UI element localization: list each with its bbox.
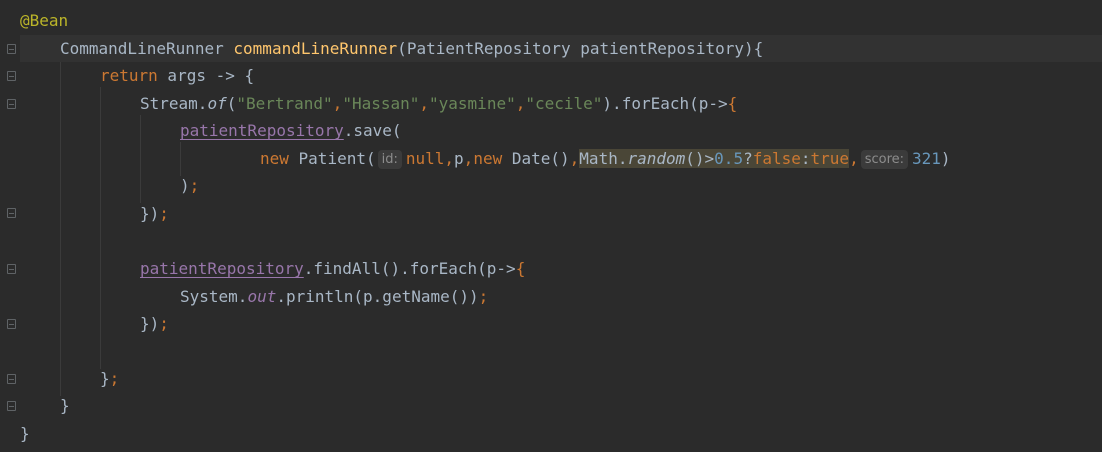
- semicolon-token: ;: [478, 287, 489, 306]
- class-token: Math.: [579, 149, 628, 168]
- punct-token: }: [20, 424, 30, 443]
- comma-token: ,: [444, 149, 455, 168]
- class-token: System.: [180, 287, 248, 306]
- comma-token: ,: [332, 94, 343, 113]
- constructor-token: Patient(: [288, 149, 376, 168]
- code-line[interactable]: return args -> {: [20, 62, 1102, 89]
- code-token: ()>: [685, 149, 715, 168]
- constructor-token: Date(): [502, 149, 570, 168]
- punct-token: (: [226, 94, 237, 113]
- string-token: "Hassan": [342, 94, 420, 113]
- code-token: args -> {: [157, 66, 255, 85]
- operator-token: :: [800, 149, 811, 168]
- punct-token: }: [100, 369, 110, 388]
- code-token: ).forEach(p->: [602, 94, 728, 113]
- keyword-token: new: [260, 149, 289, 168]
- code-line[interactable]: patientRepository.findAll().forEach(p->{: [20, 255, 1102, 282]
- string-token: "yasmine": [429, 94, 516, 113]
- operator-token: ?: [743, 149, 753, 168]
- punct-token: }: [60, 396, 70, 415]
- code-line[interactable]: }: [20, 392, 1102, 419]
- fold-toggle-icon[interactable]: [7, 71, 16, 81]
- comma-token: ,: [849, 149, 859, 168]
- param-name-token: patientRepository: [580, 39, 744, 58]
- fold-toggle-icon[interactable]: [7, 401, 16, 411]
- comma-token: ,: [463, 149, 474, 168]
- brace-token: {: [727, 94, 738, 113]
- string-token: "cecile": [525, 94, 603, 113]
- code-token: .save(: [343, 121, 402, 140]
- fold-toggle-icon[interactable]: [7, 44, 16, 54]
- number-token: 321: [912, 149, 941, 168]
- type-token: CommandLineRunner: [60, 39, 224, 58]
- code-line[interactable]: };: [20, 365, 1102, 392]
- string-token: "Bertrand": [236, 94, 333, 113]
- keyword-token: true: [810, 149, 850, 168]
- code-line[interactable]: });: [20, 200, 1102, 227]
- field-token[interactable]: patientRepository: [180, 121, 344, 140]
- semicolon-token: ;: [159, 204, 169, 223]
- semicolon-token: ;: [159, 314, 169, 333]
- code-line[interactable]: patientRepository.save(: [20, 117, 1102, 144]
- punct-token: }): [140, 204, 160, 223]
- variable-token: p: [454, 149, 464, 168]
- code-editor[interactable]: @Bean CommandLineRunner commandLineRunne…: [0, 0, 1102, 452]
- comma-token: ,: [419, 94, 430, 113]
- comma-token: ,: [569, 149, 580, 168]
- editor-gutter: [0, 0, 18, 452]
- fold-toggle-icon[interactable]: [7, 319, 16, 329]
- static-method-token: random: [627, 149, 686, 168]
- annotation-token: @Bean: [20, 11, 69, 30]
- class-token: Stream.: [140, 94, 208, 113]
- keyword-token: null: [405, 149, 445, 168]
- punct-token: ){: [743, 39, 764, 58]
- punct-token: (: [397, 39, 407, 58]
- code-line[interactable]: new Patient(id: null,p,new Date(),Math.ra…: [20, 145, 1102, 172]
- parameter-hint: score:: [860, 150, 909, 169]
- static-method-token: of: [207, 94, 227, 113]
- keyword-token: return: [100, 66, 158, 85]
- punct-token: ): [180, 176, 190, 195]
- code-line[interactable]: System.out.println(p.getName());: [20, 283, 1102, 310]
- code-line[interactable]: );: [20, 172, 1102, 199]
- keyword-token: false: [752, 149, 801, 168]
- punct-token: }): [140, 314, 160, 333]
- fold-toggle-icon[interactable]: [7, 99, 16, 109]
- static-field-token: out: [247, 287, 277, 306]
- brace-token: {: [515, 259, 526, 278]
- code-line[interactable]: Stream.of("Bertrand","Hassan","yasmine",…: [20, 90, 1102, 117]
- field-token[interactable]: patientRepository: [140, 259, 304, 278]
- code-token: .findAll().forEach(p->: [303, 259, 516, 278]
- fold-toggle-icon[interactable]: [7, 264, 16, 274]
- number-token: 0.5: [714, 149, 744, 168]
- fold-toggle-icon[interactable]: [7, 208, 16, 218]
- code-line[interactable]: });: [20, 310, 1102, 337]
- param-type-token: PatientRepository: [406, 39, 571, 58]
- fold-toggle-icon[interactable]: [7, 374, 16, 384]
- keyword-token: new: [473, 149, 503, 168]
- method-name-token: commandLineRunner: [233, 39, 398, 58]
- code-token: .println(p.getName()): [276, 287, 479, 306]
- highlighted-expression: Math.random()>0.5?false:true: [579, 149, 850, 168]
- semicolon-token: ;: [109, 369, 120, 388]
- code-line[interactable]: @Bean: [20, 7, 1102, 34]
- comma-token: ,: [515, 94, 526, 113]
- semicolon-token: ;: [189, 176, 200, 195]
- code-line-current[interactable]: CommandLineRunner commandLineRunner(Pati…: [20, 35, 1102, 62]
- code-line[interactable]: }: [20, 420, 1102, 447]
- parameter-hint: id:: [377, 150, 402, 169]
- punct-token: ): [940, 149, 951, 168]
